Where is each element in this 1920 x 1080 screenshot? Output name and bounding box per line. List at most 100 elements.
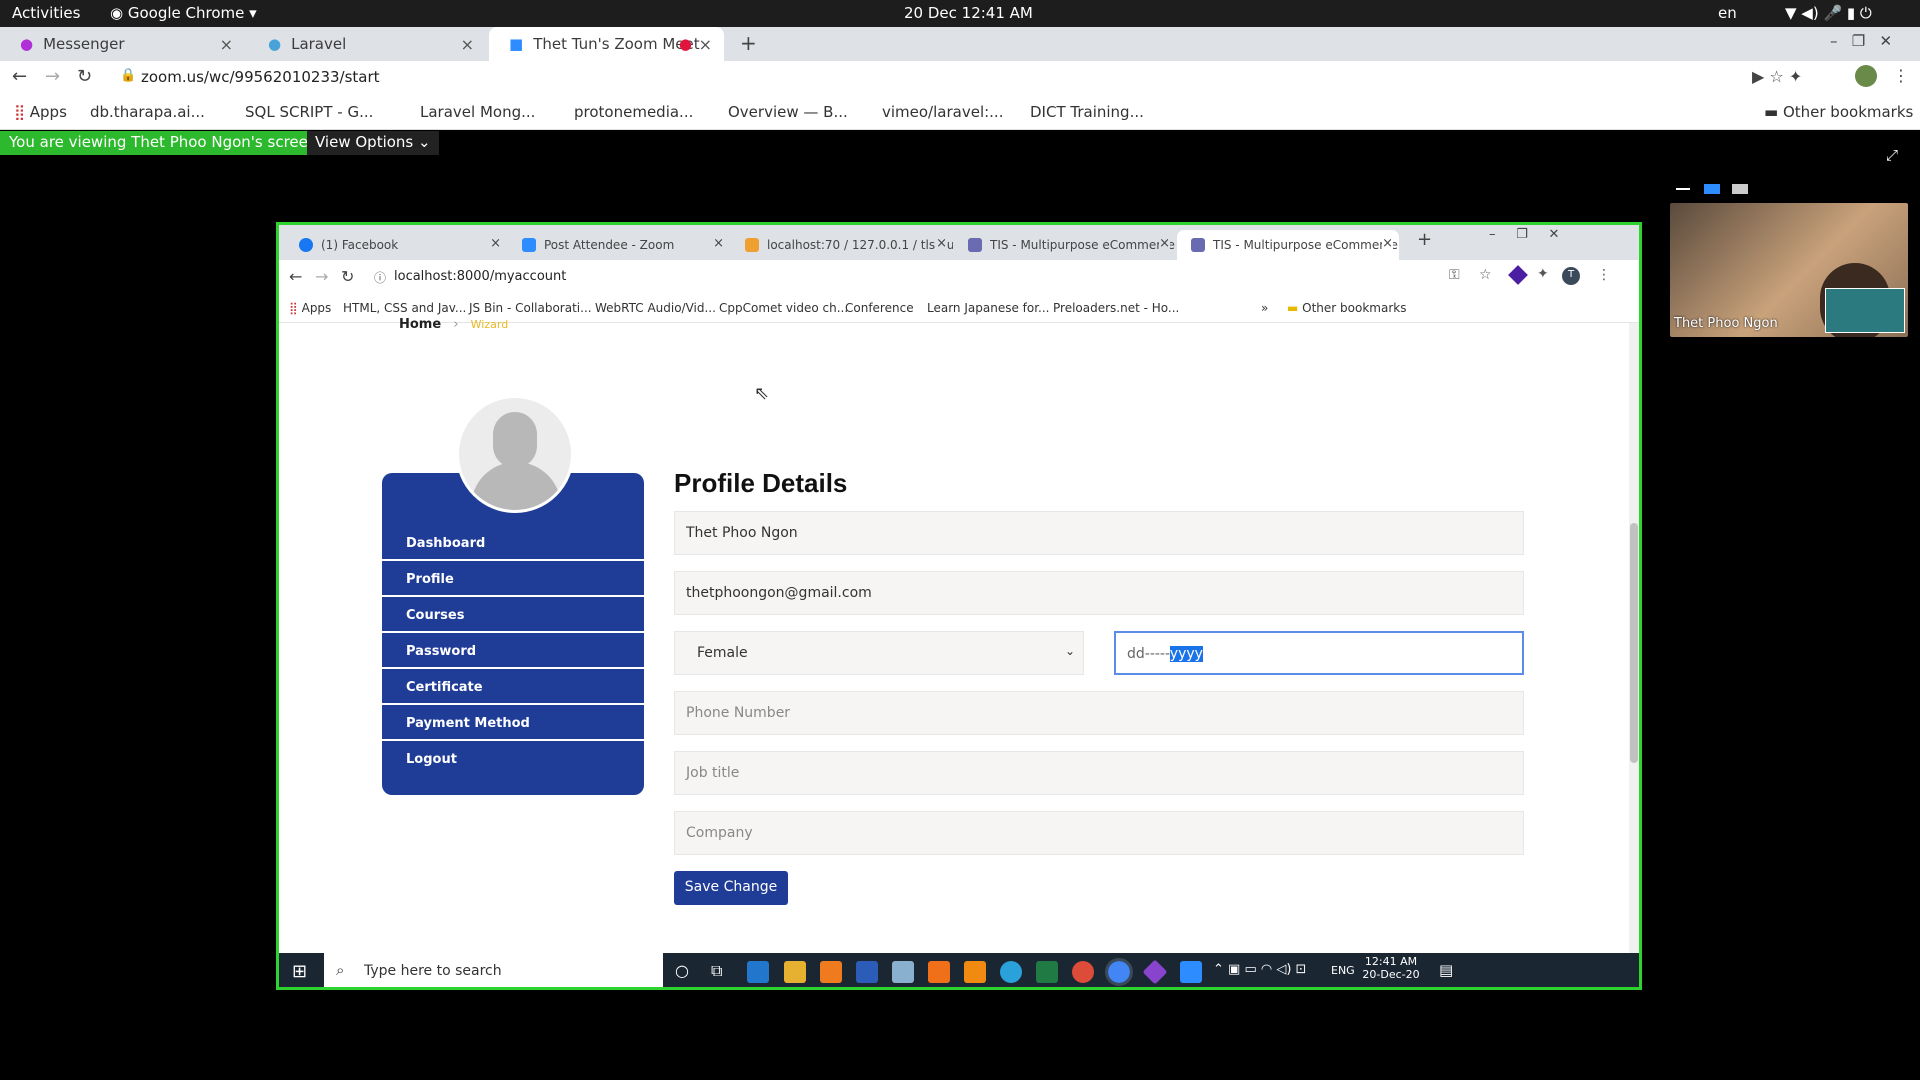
sidebar-item-certificate[interactable]: Certificate [382,671,644,705]
reload-icon[interactable]: ↻ [77,66,92,87]
close-icon[interactable]: × [1159,236,1170,251]
bookmark[interactable]: Overview — B... [728,103,848,121]
puzzle-icon[interactable]: ✦ [1537,266,1549,282]
cortana-icon[interactable]: ○ [675,961,689,980]
bookmark[interactable]: vimeo/laravel:... [882,103,1003,121]
inner-url[interactable]: localhost:8000/myaccount [394,269,566,284]
sublime-icon[interactable] [820,961,842,983]
chrome-active-icon[interactable] [1105,958,1133,986]
key-icon[interactable]: ⚿ [1449,267,1460,283]
job-title-field[interactable]: Job title [674,751,1524,795]
outer-url[interactable]: zoom.us/wc/99562010233/start [141,68,380,86]
fullscreen-icon[interactable]: ⤢ [1886,146,1898,164]
other-bookmarks[interactable]: ▬ Other bookmarks [1287,301,1406,315]
save-change-button[interactable]: Save Change [674,871,788,905]
close-icon[interactable]: × [220,35,233,54]
more-bookmarks-icon[interactable]: » [1261,301,1268,315]
name-field[interactable]: Thet Phoo Ngon [674,511,1524,555]
date-of-birth-input[interactable]: dd-----yyyy [1114,631,1524,675]
outer-tab-messenger[interactable]: ● Messenger × [0,27,245,61]
bookmark[interactable]: Conference [845,301,914,315]
word-icon[interactable] [856,961,878,983]
menu-icon[interactable]: ⋮ [1597,267,1611,283]
language-indicator[interactable]: ENG [1331,964,1355,977]
extension-icon[interactable] [1508,265,1528,285]
close-icon[interactable]: × [699,35,712,54]
close-icon[interactable]: × [461,35,474,54]
phone-field[interactable]: Phone Number [674,691,1524,735]
chrome-icon[interactable] [1072,961,1094,983]
bookmark[interactable]: CppComet video ch... [719,301,848,315]
forward-icon[interactable]: → [315,267,328,286]
scrollbar[interactable] [1629,323,1639,953]
excel-icon[interactable] [1036,961,1058,983]
bookmark[interactable]: db.tharapa.ai... [90,103,205,121]
back-icon[interactable]: ← [12,66,27,87]
bookmark[interactable]: DICT Training... [1030,103,1144,121]
new-tab-button[interactable]: + [740,31,757,55]
reload-icon[interactable]: ↻ [341,267,354,286]
bookmark[interactable]: protonemedia... [574,103,693,121]
sidebar-item-logout[interactable]: Logout [382,743,644,777]
inner-tab-zoom[interactable]: Post Attendee - Zoom × [508,230,730,260]
bookmark[interactable]: JS Bin - Collaborati... [469,301,592,315]
system-tray-icons[interactable]: ⌃ ▣ ▭ ◠ ◁) ⊡ [1213,962,1306,977]
bookmark[interactable]: SQL SCRIPT - G... [245,103,373,121]
sidebar-item-payment-method[interactable]: Payment Method [382,707,644,741]
close-icon[interactable]: × [713,236,724,251]
close-icon[interactable]: × [1382,236,1393,251]
speaker-view-icon[interactable] [1704,184,1720,194]
toolbar-icons[interactable]: ▶ ☆ ✦ [1752,67,1802,86]
app-icon[interactable] [1142,959,1168,985]
taskbar-clock[interactable]: 12:41 AM 20-Dec-20 [1361,955,1421,981]
vlc-icon[interactable] [964,961,986,983]
notification-icon[interactable]: ▤ [1439,961,1453,979]
window-controls[interactable]: – ❐ ✕ [1489,227,1559,242]
file-explorer-icon[interactable] [784,961,806,983]
outer-tab-zoom[interactable]: ■ Thet Tun's Zoom Meet ● × [489,27,724,61]
company-field[interactable]: Company [674,811,1524,855]
view-options-button[interactable]: View Options ⌄ [307,131,439,155]
bookmark-apps[interactable]: ⣿ Apps [289,301,331,315]
minimize-icon[interactable] [1676,188,1690,190]
bookmark[interactable]: HTML, CSS and Jav... [343,301,466,315]
avatar[interactable] [1855,65,1877,87]
zoom-icon[interactable] [1180,961,1202,983]
language-indicator[interactable]: en [1718,4,1737,22]
sidebar-item-password[interactable]: Password [382,635,644,669]
inner-tab-phpmyadmin[interactable]: localhost:70 / 127.0.0.1 / tls / u × [731,230,953,260]
inner-tab-tis-active[interactable]: TIS - Multipurpose eCommerce × [1177,230,1399,260]
info-icon[interactable]: ⓘ [374,269,386,286]
bookmark[interactable]: Laravel Mong... [420,103,535,121]
avatar[interactable]: T [1562,267,1580,285]
bookmark-apps[interactable]: ⣿ Apps [14,103,67,121]
back-icon[interactable]: ← [289,267,302,286]
sidebar-item-dashboard[interactable]: Dashboard [382,527,644,561]
video-layout-controls[interactable] [1670,180,1908,200]
system-tray-icons[interactable]: ▼ ◀) 🎤 ▮ ⏻ [1785,4,1872,22]
vscode-icon[interactable] [747,961,769,983]
bookmark[interactable]: Learn Japanese for... [927,301,1050,315]
scrollbar-thumb[interactable] [1630,523,1638,763]
outer-tab-laravel[interactable]: ● Laravel × [248,27,486,61]
breadcrumb-home[interactable]: Home [399,317,441,332]
clock[interactable]: 20 Dec 12:41 AM [904,4,1033,22]
forward-icon[interactable]: → [45,66,60,87]
window-controls[interactable]: – ❐ ✕ [1830,32,1892,50]
sidebar-item-courses[interactable]: Courses [382,599,644,633]
star-icon[interactable]: ☆ [1479,267,1492,283]
close-icon[interactable]: × [490,236,501,251]
menu-icon[interactable]: ⋮ [1893,66,1909,85]
new-tab-button[interactable]: + [1417,229,1432,250]
inner-tab-tis[interactable]: TIS - Multipurpose eCommerce × [954,230,1176,260]
task-view-icon[interactable]: ⧉ [711,961,722,981]
close-icon[interactable]: × [936,236,947,251]
activities-button[interactable]: Activities [12,4,80,22]
app-menu[interactable]: ◉ Google Chrome ▾ [110,4,257,22]
xampp-icon[interactable] [928,961,950,983]
other-bookmarks[interactable]: ▬ Other bookmarks [1764,103,1913,121]
taskbar-search[interactable]: ⌕ Type here to search [324,953,663,987]
notepad-icon[interactable] [892,961,914,983]
date-year-segment[interactable]: yyyy [1169,646,1203,662]
gallery-view-icon[interactable] [1732,184,1748,194]
